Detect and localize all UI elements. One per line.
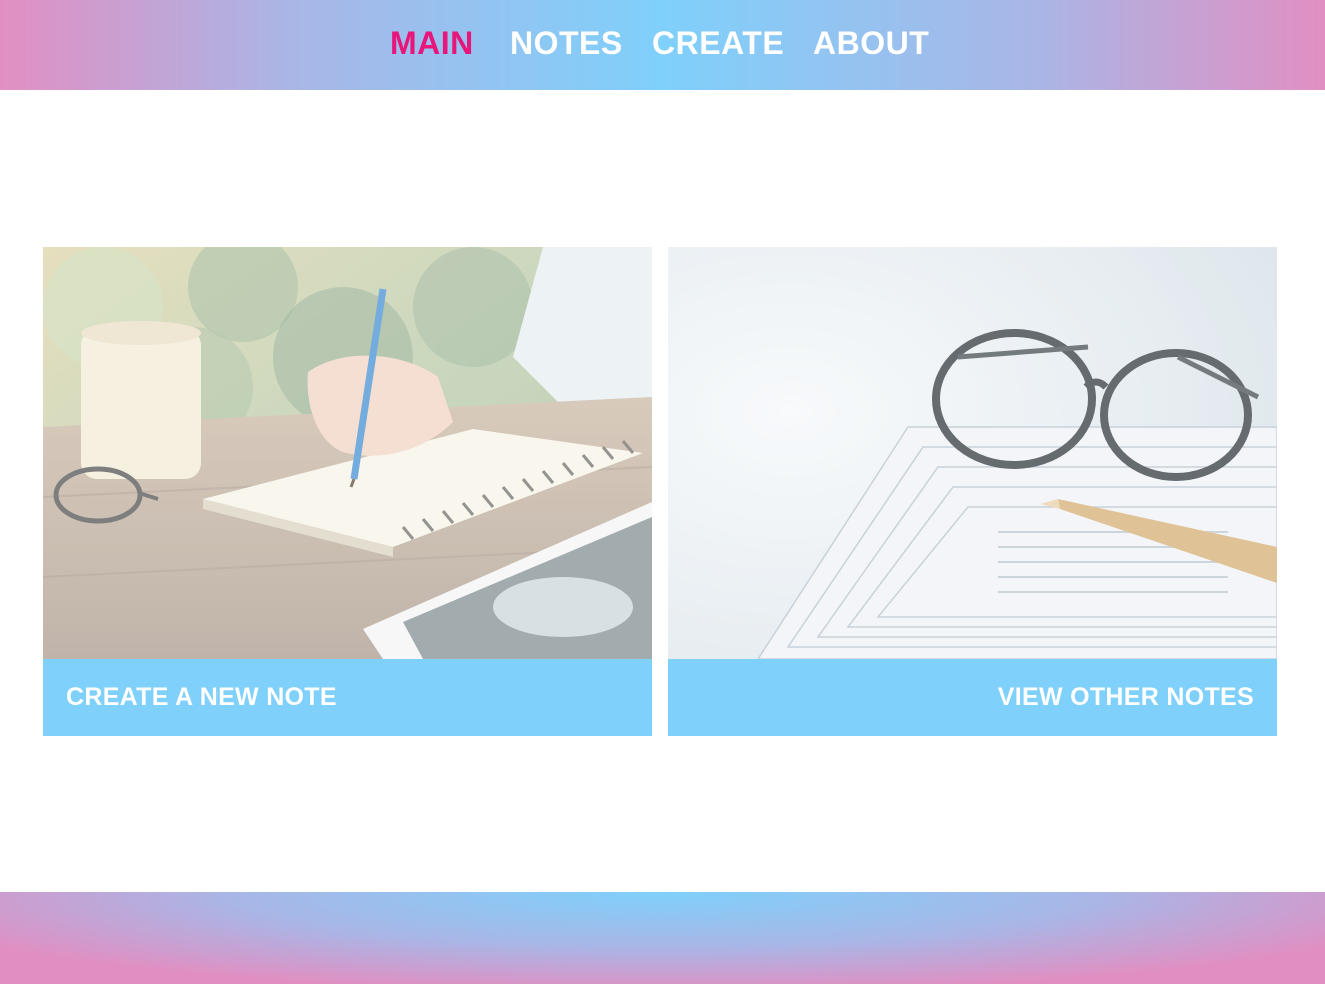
nav-link-about[interactable]: ABOUT [813,24,929,62]
top-navigation: MAIN NOTES CREATE ABOUT [0,0,1325,90]
create-note-label: CREATE A NEW NOTE [66,683,337,711]
writing-notebook-image [43,247,652,659]
footer [0,892,1325,984]
glasses-papers-image [668,247,1277,659]
create-note-card[interactable]: CREATE A NEW NOTE [43,247,652,736]
nav-link-main[interactable]: MAIN [390,24,474,62]
view-notes-card[interactable]: VIEW OTHER NOTES [668,247,1277,736]
nav-link-notes[interactable]: NOTES [510,24,623,62]
nav-link-create[interactable]: CREATE [652,24,784,62]
view-notes-label: VIEW OTHER NOTES [997,683,1254,711]
